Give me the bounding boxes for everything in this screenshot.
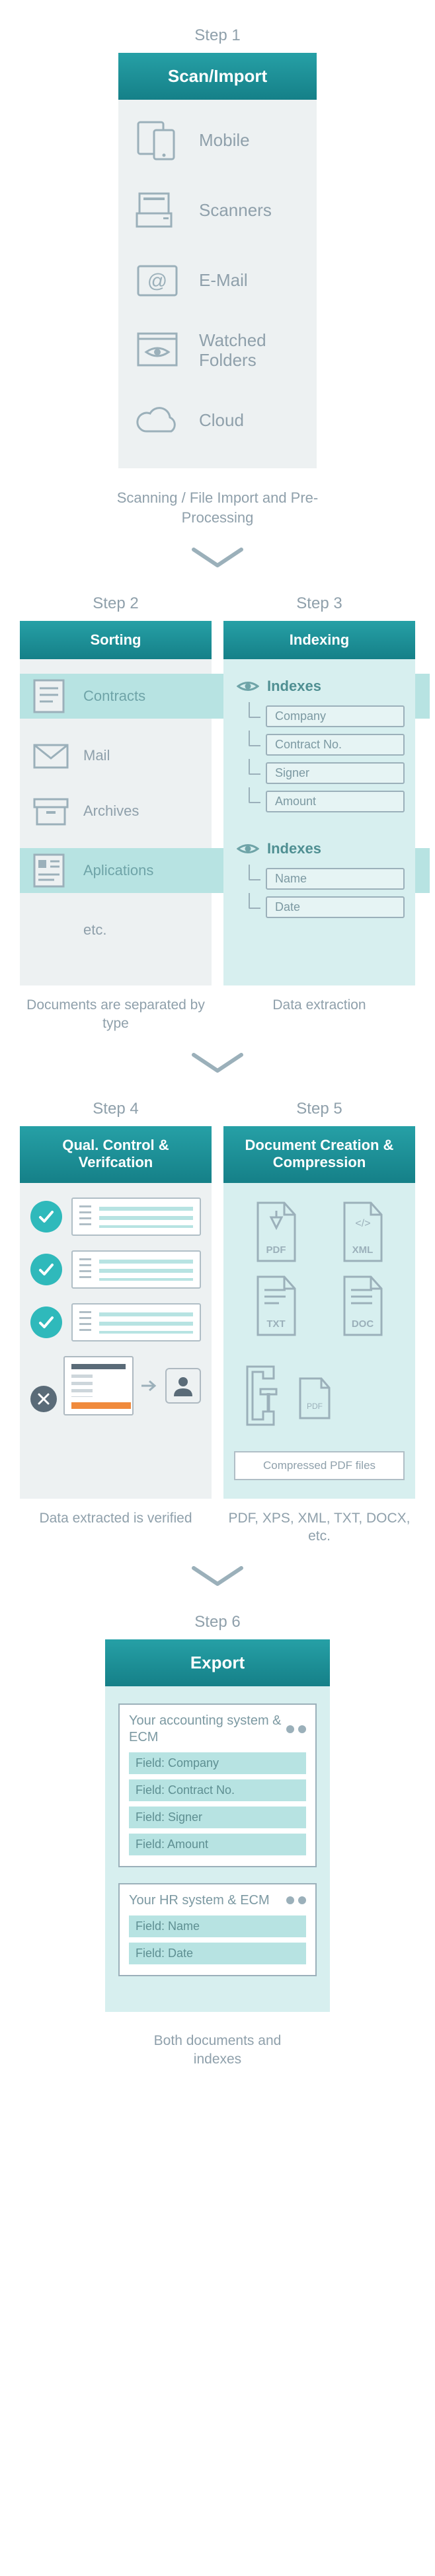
index-field: Name — [266, 868, 405, 890]
sorting-row-label: etc. — [83, 921, 106, 939]
step2-caption: Documents are separated by type — [20, 996, 212, 1032]
index-field: Contract No. — [266, 734, 405, 756]
sorting-row-label: Mail — [83, 747, 110, 764]
step1-header: Scan/Import — [118, 53, 317, 100]
check-ok-icon — [30, 1306, 62, 1338]
index-group: Indexes Company Contract No. Signer Amou… — [234, 674, 405, 812]
step6-caption: Both documents and indexes — [138, 2032, 297, 2069]
step1-item-label: Cloud — [199, 411, 244, 431]
step5-header: Document Creation & Compression — [223, 1126, 415, 1183]
file-type-icon: TXT — [251, 1275, 302, 1338]
index-group-heading: Indexes — [267, 678, 321, 695]
step4-step5-row: Step 4 Qual. Control & Verifcation — [20, 1100, 415, 1499]
file-type-label: DOC — [337, 1318, 389, 1330]
dots-icon — [286, 1896, 306, 1904]
export-field: Field: Signer — [129, 1807, 306, 1828]
index-field: Company — [266, 705, 405, 727]
email-icon: @ — [134, 260, 180, 302]
chevron-down-icon — [191, 1565, 244, 1587]
mail-icon — [30, 737, 71, 774]
svg-text:PDF: PDF — [307, 1402, 323, 1411]
reject-icon — [30, 1386, 57, 1412]
dots-icon — [286, 1725, 306, 1733]
file-type-label: XML — [337, 1244, 389, 1256]
file-type-icon: </> XML — [337, 1201, 389, 1264]
eye-icon — [237, 841, 259, 856]
step4-caption: Data extracted is verified — [20, 1509, 212, 1546]
step3-caption: Data extraction — [223, 996, 415, 1032]
step2-step3-row: Step 2 Sorting Contracts Mail — [20, 594, 415, 985]
verified-doc-card — [71, 1250, 201, 1289]
compressed-label: Compressed PDF files — [234, 1451, 405, 1480]
check-ok-icon — [30, 1201, 62, 1233]
index-field: Amount — [266, 791, 405, 812]
step6-card: Export Your accounting system & ECM Fiel… — [105, 1639, 330, 2012]
eye-icon — [237, 679, 259, 694]
scanner-icon — [134, 190, 180, 232]
export-system-name: Your accounting system & ECM — [129, 1713, 286, 1746]
step4-label: Step 4 — [20, 1100, 212, 1118]
sorting-row-label: Aplications — [83, 862, 153, 879]
doc-applications-icon — [30, 852, 71, 889]
export-system-card: Your accounting system & ECM Field: Comp… — [118, 1703, 317, 1867]
export-field: Field: Name — [129, 1915, 306, 1937]
step1-caption: Scanning / File Import and Pre-Processin… — [112, 488, 323, 527]
watched-folder-icon — [134, 330, 180, 372]
chevron-down-icon — [191, 1052, 244, 1073]
file-type-icon: DOC — [337, 1275, 389, 1338]
review-monitor-icon — [63, 1356, 134, 1415]
export-field: Field: Company — [129, 1752, 306, 1774]
step5-caption: PDF, XPS, XML, TXT, DOCX, etc. — [223, 1509, 415, 1546]
verified-doc-card — [71, 1198, 201, 1236]
verified-doc-card — [71, 1303, 201, 1342]
compressed-file-icon: PDF — [296, 1377, 333, 1422]
chevron-down-icon — [191, 547, 244, 568]
step6-header: Export — [105, 1639, 330, 1686]
mobile-icon — [134, 120, 180, 162]
sorting-linked-row: Aplications — [20, 848, 212, 893]
step4-header: Qual. Control & Verifcation — [20, 1126, 212, 1183]
step1-item-label: Watched Folders — [199, 331, 301, 371]
step1-item-label: E-Mail — [199, 271, 248, 291]
sorting-row-label: Archives — [83, 803, 139, 820]
step3-label: Step 3 — [223, 594, 415, 613]
index-group-heading: Indexes — [267, 840, 321, 857]
check-ok-icon — [30, 1254, 62, 1285]
step2-label: Step 2 — [20, 594, 212, 613]
sorting-row-label: Contracts — [83, 688, 145, 705]
index-group: Indexes Name Date — [234, 836, 405, 918]
file-type-icon: PDF — [251, 1201, 302, 1264]
step1-card: Scan/Import Mobile Scanners @ E-Mail Wat… — [118, 53, 317, 468]
export-system-card: Your HR system & ECM Field: Name Field: … — [118, 1883, 317, 1976]
etc-placeholder — [30, 912, 71, 948]
step1-item-label: Mobile — [199, 131, 250, 151]
step6-label: Step 6 — [13, 1613, 422, 1631]
export-field: Field: Amount — [129, 1834, 306, 1855]
step1-label: Step 1 — [13, 26, 422, 45]
index-field: Signer — [266, 762, 405, 784]
cloud-icon — [134, 400, 180, 442]
file-type-label: TXT — [251, 1318, 302, 1330]
file-type-label: PDF — [251, 1244, 302, 1256]
arrow-right-icon — [140, 1379, 159, 1392]
person-icon — [165, 1368, 201, 1404]
step3-header: Indexing — [223, 621, 415, 659]
doc-contracts-icon — [30, 678, 71, 715]
step1-item-label: Scanners — [199, 201, 272, 221]
export-system-name: Your HR system & ECM — [129, 1892, 270, 1909]
step5-label: Step 5 — [223, 1100, 415, 1118]
svg-text:</>: </> — [355, 1218, 370, 1229]
clamp-icon — [234, 1360, 284, 1439]
svg-text:@: @ — [147, 270, 167, 292]
archive-icon — [30, 793, 71, 830]
sorting-linked-row: Contracts — [20, 674, 212, 719]
export-field: Field: Contract No. — [129, 1779, 306, 1801]
step2-header: Sorting — [20, 621, 212, 659]
export-field: Field: Date — [129, 1943, 306, 1964]
index-field: Date — [266, 896, 405, 918]
